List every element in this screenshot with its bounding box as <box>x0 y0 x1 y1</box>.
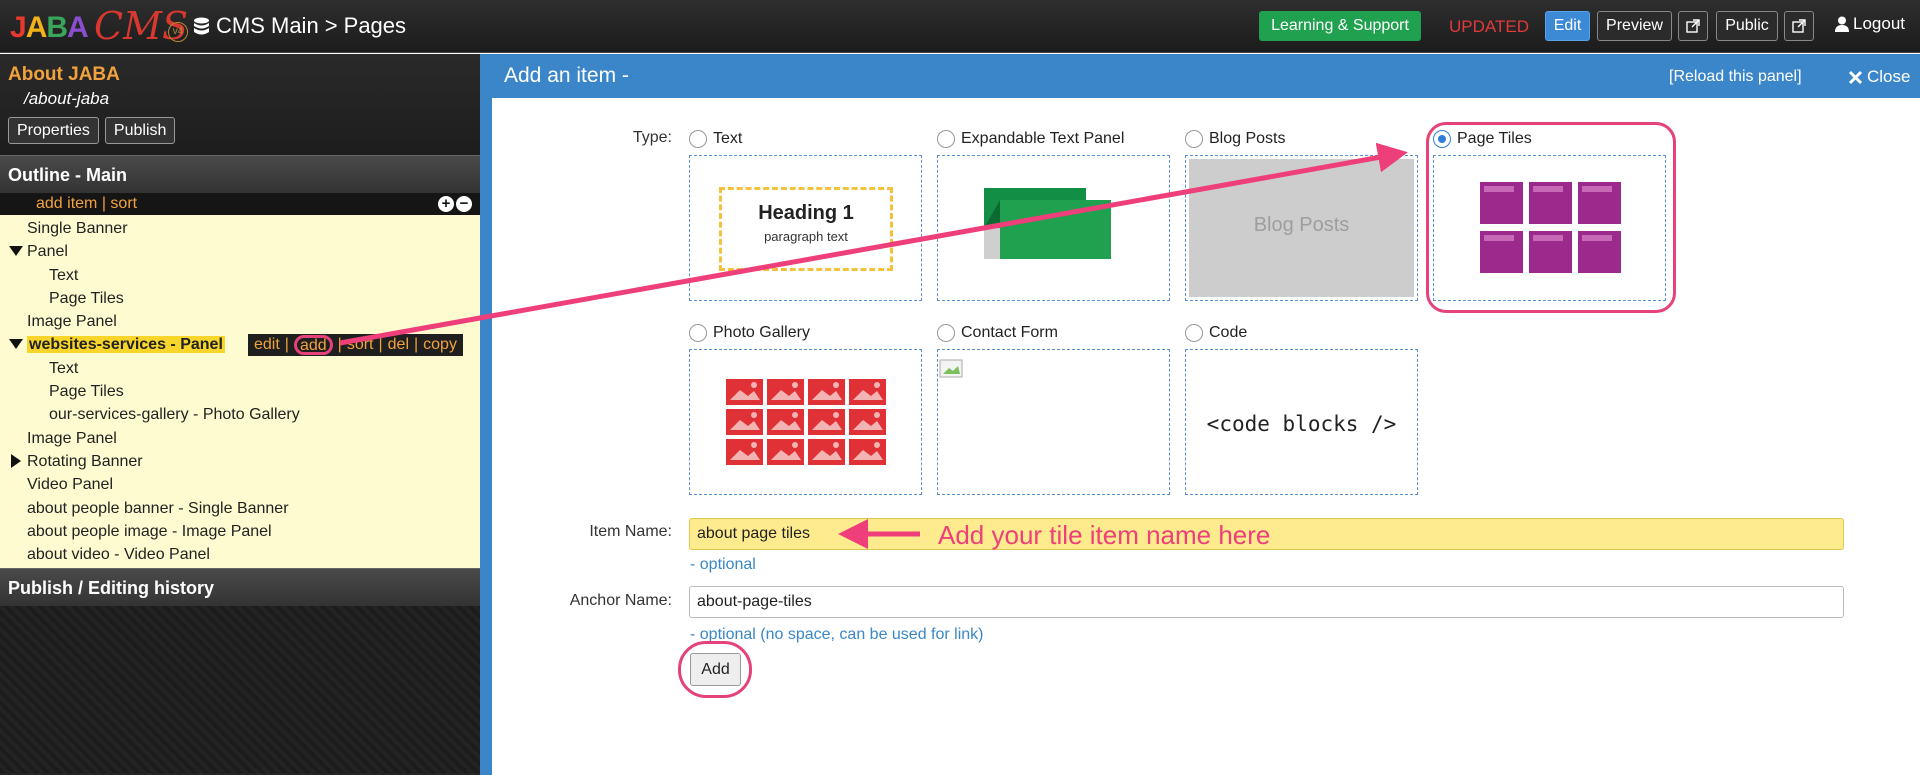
panel-divider <box>480 54 492 775</box>
tree-item[interactable]: Page Tiles <box>0 287 480 310</box>
blog-posts-preview: Blog Posts <box>1189 159 1414 297</box>
code-thumbnail[interactable]: <code blocks /> <box>1185 349 1418 495</box>
preview-external-button[interactable] <box>1678 11 1708 41</box>
tree-item[interactable]: about people image - Image Panel <box>0 520 480 543</box>
breadcrumb-pages[interactable]: > Pages <box>325 13 406 39</box>
item-name-hint: - optional <box>690 556 756 573</box>
preview-button[interactable]: Preview <box>1597 11 1672 41</box>
anchor-name-hint: - optional (no space, can be used for li… <box>690 626 984 643</box>
public-external-button[interactable] <box>1784 11 1814 41</box>
close-label: Close <box>1867 67 1911 86</box>
collapse-all-icon[interactable]: − <box>456 196 472 212</box>
outline-header[interactable]: Outline - Main <box>0 155 480 193</box>
text-thumbnail[interactable]: Heading 1 paragraph text <box>689 155 922 301</box>
page-tiles-highlight <box>1426 122 1676 313</box>
annotation-text: Add your tile item name here <box>938 520 1271 550</box>
edit-link[interactable]: edit <box>254 334 280 356</box>
tree-item[interactable]: Image Panel <box>0 427 480 450</box>
tree-item[interactable]: Video Panel <box>0 473 480 496</box>
expandable-thumbnail[interactable] <box>937 155 1170 301</box>
paragraph-preview-text: paragraph text <box>764 229 848 244</box>
learning-support-button[interactable]: Learning & Support <box>1259 11 1421 41</box>
tree-item[interactable]: Single Banner <box>0 217 480 240</box>
page-path: /about-jaba <box>24 89 110 108</box>
contact-form-thumbnail[interactable] <box>937 349 1170 495</box>
history-header[interactable]: Publish / Editing history <box>0 568 480 606</box>
outline-add-sort-links[interactable]: add item | sort <box>36 195 137 213</box>
tree-item[interactable]: our-services-gallery - Photo Gallery <box>0 403 480 426</box>
breadcrumb-cms-main[interactable]: CMS Main <box>216 13 319 39</box>
heading-preview-text: Heading 1 <box>758 202 854 224</box>
radio-code[interactable] <box>1185 324 1203 342</box>
page-name: About JABA <box>8 64 120 85</box>
code-preview-text: <code blocks /> <box>1206 412 1397 436</box>
logo-letters: JABA <box>10 11 89 44</box>
edit-mode-button[interactable]: Edit <box>1545 11 1590 41</box>
sidebar: About JABA /about-jaba Properties Publis… <box>0 54 480 775</box>
tree-item[interactable]: Image Panel <box>0 310 480 333</box>
radio-blog-posts[interactable] <box>1185 130 1203 148</box>
expand-all-icon[interactable]: + <box>438 196 454 212</box>
photo-gallery-illustration <box>726 379 886 465</box>
tree-item[interactable]: Text <box>0 357 480 380</box>
tree-item-selected[interactable]: websites-services - Panel edit | add | sor… <box>0 333 480 357</box>
radio-expandable[interactable] <box>937 130 955 148</box>
status-badge: UPDATED <box>1449 17 1529 36</box>
database-icon <box>194 17 209 34</box>
caret-down-icon[interactable] <box>9 339 23 350</box>
outline-toolbar: add item | sort + − <box>0 193 480 215</box>
photo-gallery-thumbnail[interactable] <box>689 349 922 495</box>
sort-link[interactable]: sort <box>347 334 374 356</box>
logo-version-badge: v4 <box>168 22 188 42</box>
selected-item-label[interactable]: websites-services - Panel <box>27 336 225 354</box>
add-button-highlight <box>678 641 752 698</box>
breadcrumb: CMS Main > Pages <box>193 13 406 39</box>
heading-preview: Heading 1 paragraph text <box>719 187 893 271</box>
close-button[interactable]: Close <box>1848 67 1910 87</box>
logout-label: Logout <box>1853 14 1905 33</box>
copy-link[interactable]: copy <box>423 334 457 356</box>
top-bar: JABA CMS v4 CMS Main > Pages Learning & … <box>0 0 1920 53</box>
close-icon <box>1848 70 1863 84</box>
public-button[interactable]: Public <box>1716 11 1778 41</box>
item-actions: edit | add | sort | del | copy <box>248 334 463 357</box>
publish-button[interactable]: Publish <box>104 117 176 144</box>
tree-item[interactable]: Page Tiles <box>0 380 480 403</box>
radio-contact-form[interactable] <box>937 324 955 342</box>
caret-down-icon[interactable] <box>9 246 23 257</box>
panel-header: Add an item - [Reload this panel] Close <box>492 54 1920 98</box>
blog-posts-thumbnail[interactable]: Blog Posts <box>1185 155 1418 301</box>
tree-item[interactable]: Rotating Banner <box>0 450 480 473</box>
external-link-icon <box>1792 19 1806 33</box>
caret-right-icon[interactable] <box>11 453 21 468</box>
panel-title: Add an item - <box>504 64 629 87</box>
radio-photo-gallery[interactable] <box>689 324 707 342</box>
tree-item[interactable]: Panel <box>0 240 480 263</box>
type-label: Type: <box>632 129 672 146</box>
broken-image-icon <box>939 359 963 378</box>
item-name-label: Item Name: <box>589 523 672 540</box>
anchor-name-input[interactable] <box>689 586 1844 618</box>
add-link[interactable]: add <box>293 335 333 356</box>
delete-link[interactable]: del <box>388 334 409 356</box>
properties-button[interactable]: Properties <box>8 117 99 144</box>
logout-button[interactable]: Logout <box>1835 14 1905 34</box>
tree-item[interactable]: about people banner - Single Banner <box>0 497 480 520</box>
outline-tree: Single Banner Panel Text Page Tiles Imag… <box>0 215 480 568</box>
external-link-icon <box>1686 19 1700 33</box>
tree-item[interactable]: about video - Video Panel <box>0 543 480 566</box>
expandable-panel-illustration <box>984 188 1111 259</box>
history-panel <box>0 606 480 773</box>
user-icon <box>1835 16 1849 32</box>
tree-item[interactable]: Text <box>0 264 480 287</box>
anchor-name-label: Anchor Name: <box>569 592 672 609</box>
page-info: About JABA /about-jaba Properties Publis… <box>0 54 480 155</box>
reload-panel-link[interactable]: [Reload this panel] <box>1669 68 1802 86</box>
radio-text[interactable] <box>689 130 707 148</box>
